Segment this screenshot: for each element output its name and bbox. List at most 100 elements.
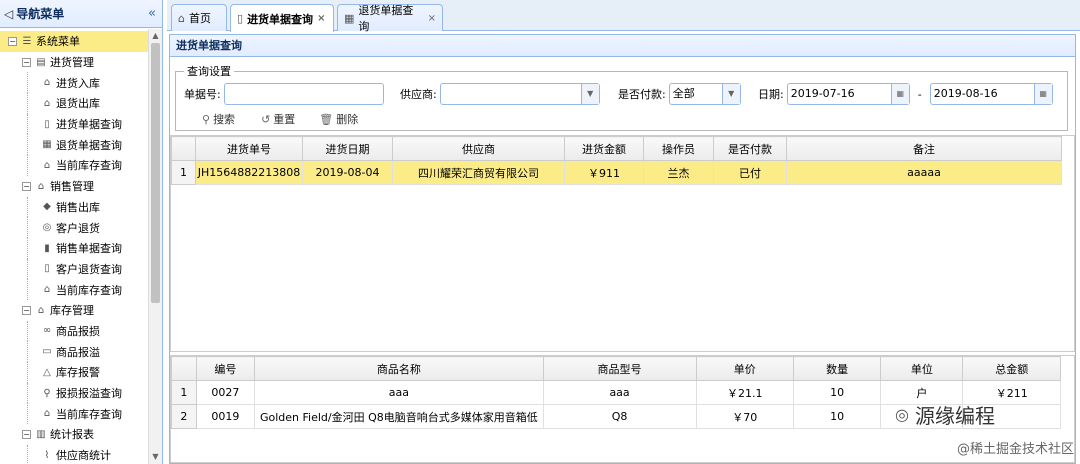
chart-icon: ⌇ — [44, 449, 50, 461]
calendar-icon: ▦ — [42, 139, 52, 151]
paid-select[interactable]: 全部 ▼ — [668, 83, 741, 105]
house-icon: ⌂ — [43, 97, 51, 109]
sidebar-item-label: 供应商统计 — [56, 449, 111, 463]
row-number: 1 — [171, 380, 197, 405]
sidebar-item[interactable]: − ⌂ 销售管理 — [0, 176, 148, 197]
column-header[interactable]: 是否付款 — [713, 136, 787, 161]
calendar-icon: ▦ — [344, 11, 355, 25]
panel-title: 进货单据查询 — [170, 35, 1075, 57]
tree-line — [27, 93, 28, 114]
sidebar-item[interactable]: ◎ 客户退货 — [0, 217, 148, 238]
column-header[interactable]: 单价 — [695, 356, 795, 381]
tree-line — [27, 72, 28, 94]
tab-purchase-bill-query[interactable]: ▯ 进货单据查询 × — [230, 4, 334, 32]
wechat-icon: ◎ — [895, 405, 909, 424]
calendar-icon[interactable]: ▦ — [1033, 84, 1052, 104]
tree-line — [27, 113, 28, 135]
sidebar-item[interactable]: ▮ 销售单据查询 — [0, 237, 148, 259]
sidebar-item[interactable]: − ⌂ 库存管理 — [0, 300, 148, 321]
sidebar-item[interactable]: △ 库存报警 — [0, 362, 148, 383]
nav-scrollbar[interactable]: ▲ ▼ — [148, 29, 162, 464]
delete-button[interactable]: 🗑 删除 — [319, 111, 358, 127]
sidebar-item[interactable]: ▦ 退货单据查询 — [0, 134, 148, 156]
column-header[interactable]: 进货单号 — [195, 136, 303, 161]
reset-icon: ↺ — [261, 112, 271, 126]
sidebar-item-label: 报损报溢查询 — [56, 387, 122, 401]
sidebar-item[interactable]: ⚲ 报损报溢查询 — [0, 382, 148, 404]
sidebar-item[interactable]: ⌂ 进货入库 — [0, 72, 148, 94]
tab-strip: ⌂ 首页 ▯ 进货单据查询 × ▦ 退货单据查询 × — [167, 0, 1080, 33]
sidebar-item[interactable]: ◆ 销售出库 — [0, 196, 148, 218]
collapse-icon[interactable]: « — [148, 6, 156, 21]
chevron-down-icon[interactable]: ▼ — [721, 84, 740, 104]
close-icon[interactable]: × — [317, 13, 325, 24]
collapse-toggle-icon[interactable]: − — [22, 181, 31, 191]
search-button-label: 搜索 — [213, 113, 236, 126]
column-header[interactable]: 数量 — [793, 356, 882, 381]
sidebar-item[interactable]: ⌂ 当前库存查询 — [0, 403, 148, 425]
table-cell: 0019 — [195, 404, 256, 429]
column-header[interactable]: 供应商 — [392, 136, 565, 161]
tab-home[interactable]: ⌂ 首页 — [171, 4, 227, 31]
collapse-toggle-icon[interactable]: − — [8, 36, 17, 46]
date-to-input[interactable]: 2019-08-16 ▦ — [929, 83, 1053, 105]
close-icon[interactable]: × — [428, 13, 436, 24]
watermark-site: @稀土掘金技术社区 — [956, 442, 1074, 457]
link-icon: ∞ — [42, 325, 52, 337]
sidebar-item[interactable]: ▯ 客户退货查询 — [0, 258, 148, 280]
table-row[interactable]: 1 JH1564882213808 2019-08-04 四川耀荣汇商贸有限公司 ￥91… — [171, 160, 1062, 185]
form-icon: ▯ — [237, 12, 244, 25]
sidebar-item[interactable]: ⌂ 退货出库 — [0, 93, 148, 114]
tab-label: 退货单据查询 — [358, 4, 414, 33]
table-cell: ￥21.1 — [695, 380, 795, 405]
sidebar-item-label: 进货管理 — [50, 56, 94, 70]
column-header[interactable]: 单位 — [880, 356, 964, 381]
sidebar-item[interactable]: − ▥ 统计报表 — [0, 424, 148, 445]
column-header[interactable]: 进货金额 — [564, 136, 644, 161]
paid-label: 是否付款: — [618, 88, 666, 101]
supplier-label: 供应商: — [400, 88, 437, 101]
search-button[interactable]: ⚲ 搜索 — [202, 111, 235, 127]
scroll-up-icon[interactable]: ▲ — [149, 29, 162, 43]
collapse-toggle-icon[interactable]: − — [22, 57, 31, 67]
paid-value: 全部 — [672, 87, 695, 100]
list-icon: ☰ — [22, 35, 32, 47]
sidebar-item[interactable]: ▯ 进货单据查询 — [0, 113, 148, 135]
column-header[interactable] — [171, 136, 196, 161]
date-label: 日期: — [758, 88, 784, 101]
sidebar-item[interactable]: ⌇ 供应商统计 — [0, 444, 148, 464]
sidebar-item[interactable]: ⌂ 当前库存查询 — [0, 155, 148, 176]
reset-button[interactable]: ↺ 重置 — [261, 111, 295, 127]
sidebar-item[interactable]: − ▤ 进货管理 — [0, 52, 148, 73]
date-to-value: 2019-08-16 — [933, 87, 998, 100]
sidebar-item-label: 进货入库 — [56, 76, 100, 90]
tab-return-bill-query[interactable]: ▦ 退货单据查询 × — [337, 4, 443, 33]
sidebar-item[interactable]: ⌂ 当前库存查询 — [0, 279, 148, 300]
sidebar-item[interactable]: ▭ 商品报溢 — [0, 341, 148, 362]
date-from-input[interactable]: 2019-07-16 ▦ — [786, 83, 910, 105]
calendar-icon[interactable]: ▦ — [890, 84, 909, 104]
column-header[interactable] — [171, 356, 197, 381]
sidebar-item-label: 商品报损 — [56, 324, 100, 338]
column-header[interactable]: 商品型号 — [542, 356, 697, 381]
supplier-select[interactable]: ▼ — [439, 83, 600, 105]
column-header[interactable]: 商品名称 — [254, 356, 544, 381]
bill-no-input[interactable] — [223, 83, 384, 105]
column-header[interactable]: 进货日期 — [302, 136, 393, 161]
sidebar-item[interactable]: ∞ 商品报损 — [0, 320, 148, 342]
scroll-down-icon[interactable]: ▼ — [149, 450, 162, 464]
chevron-down-icon[interactable]: ▼ — [580, 84, 599, 104]
column-header[interactable]: 操作员 — [643, 136, 714, 161]
table-cell: aaa — [542, 380, 697, 405]
sidebar-item[interactable]: − ☰ 系统菜单 — [0, 31, 148, 52]
collapse-toggle-icon[interactable]: − — [22, 429, 31, 439]
column-header[interactable]: 编号 — [195, 356, 256, 381]
column-header[interactable]: 备注 — [786, 136, 1062, 161]
query-legend: 查询设置 — [187, 65, 231, 78]
nav-title: 导航菜单 — [16, 7, 65, 21]
collapse-toggle-icon[interactable]: − — [22, 305, 31, 315]
scroll-thumb[interactable] — [151, 43, 160, 303]
nav-arrow-icon: ◁ — [4, 6, 14, 21]
column-header[interactable]: 总金额 — [962, 356, 1061, 381]
sidebar-item-label: 退货单据查询 — [56, 138, 122, 152]
